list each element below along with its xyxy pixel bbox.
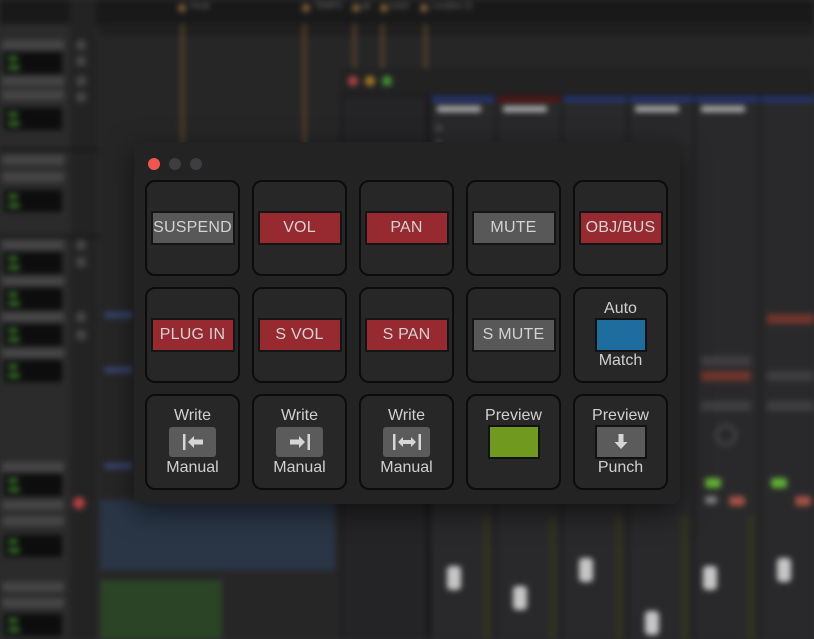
write-to-start-button[interactable]: Write Manual	[145, 394, 240, 490]
plugin-enable-button[interactable]: PLUG IN	[145, 287, 240, 383]
write-to-start-icon	[169, 427, 216, 457]
mute-enable-button[interactable]: MUTE	[466, 180, 561, 276]
write-to-end-icon	[276, 427, 323, 457]
write-label: Write	[387, 407, 426, 424]
button-grid: SUSPEND VOL PAN MUTE OBJ/BUS PLUG IN S V…	[145, 180, 668, 490]
pan-enable-button[interactable]: PAN	[359, 180, 454, 276]
vol-label: VOL	[257, 211, 342, 245]
auto-match-button[interactable]: Auto Match	[573, 287, 668, 383]
minimize-button[interactable]	[169, 158, 181, 170]
manual-label: Manual	[166, 459, 219, 476]
auto-match-bottom-label: Match	[598, 352, 643, 369]
preview-label: Preview	[485, 407, 542, 424]
write-label: Write	[173, 407, 212, 424]
zoom-button[interactable]	[190, 158, 202, 170]
send-pan-enable-button[interactable]: S PAN	[359, 287, 454, 383]
send-vol-enable-button[interactable]: S VOL	[252, 287, 347, 383]
write-to-all-icon	[383, 427, 430, 457]
write-to-end-button[interactable]: Write Manual	[252, 394, 347, 490]
suspend-label: SUSPEND	[150, 211, 235, 245]
send-mute-label: S MUTE	[471, 318, 556, 352]
suspend-button[interactable]: SUSPEND	[145, 180, 240, 276]
manual-label: Manual	[273, 459, 326, 476]
mute-label: MUTE	[471, 211, 556, 245]
automation-control-panel: SUSPEND VOL PAN MUTE OBJ/BUS PLUG IN S V…	[134, 142, 680, 504]
preview-label: Preview	[592, 407, 649, 424]
obj-bus-enable-button[interactable]: OBJ/BUS	[573, 180, 668, 276]
send-vol-label: S VOL	[257, 318, 342, 352]
vol-enable-button[interactable]: VOL	[252, 180, 347, 276]
auto-match-swatch	[594, 318, 647, 352]
obj-bus-label: OBJ/BUS	[578, 211, 663, 245]
punch-down-arrow-icon	[594, 425, 647, 459]
send-mute-enable-button[interactable]: S MUTE	[466, 287, 561, 383]
write-to-all-button[interactable]: Write Manual	[359, 394, 454, 490]
close-button[interactable]	[148, 158, 160, 170]
preview-punch-button[interactable]: Preview Punch	[573, 394, 668, 490]
window-controls	[148, 158, 202, 170]
write-label: Write	[280, 407, 319, 424]
manual-label: Manual	[380, 459, 433, 476]
preview-button[interactable]: Preview	[466, 394, 561, 490]
punch-label: Punch	[597, 459, 644, 476]
pan-label: PAN	[364, 211, 449, 245]
preview-swatch	[487, 425, 540, 459]
send-pan-label: S PAN	[364, 318, 449, 352]
plugin-label: PLUG IN	[150, 318, 235, 352]
auto-match-top-label: Auto	[604, 300, 637, 317]
